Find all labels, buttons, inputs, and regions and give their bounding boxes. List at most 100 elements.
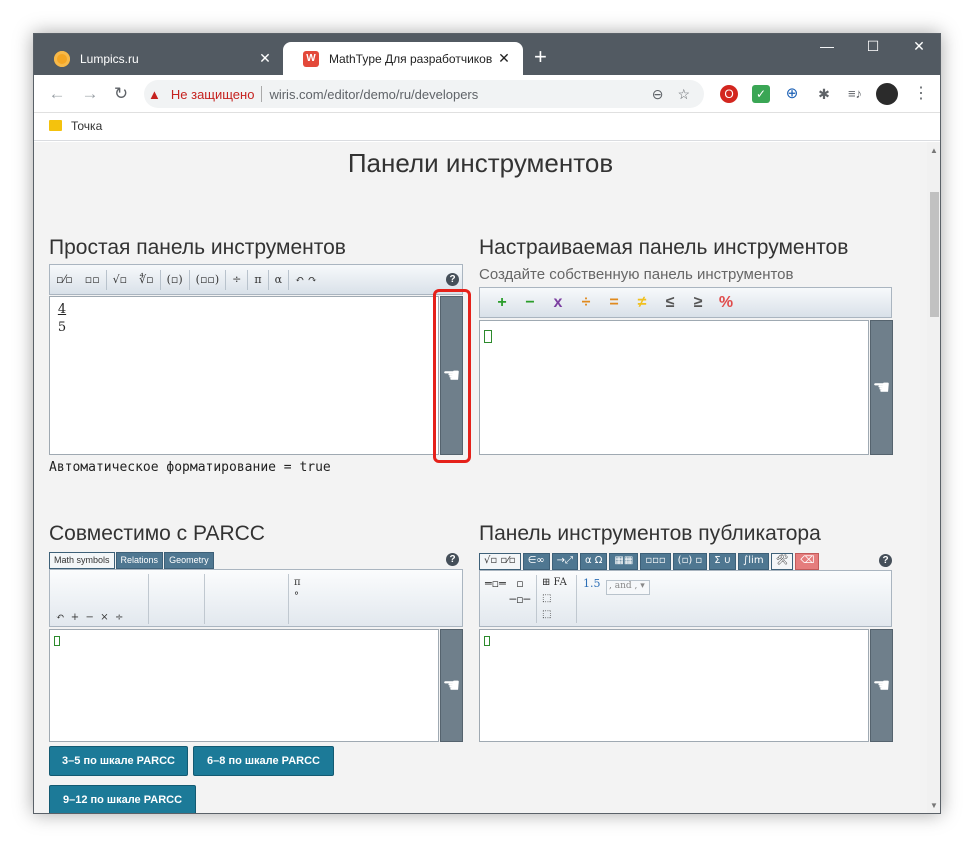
help-icon[interactable]: ? [446,273,459,286]
tab-delete[interactable]: ⌫ [795,553,820,570]
tab-big-ops[interactable]: Σ ∪ [709,553,737,570]
scroll-thumb[interactable] [930,192,939,317]
align-tools[interactable]: ═▫═ ▫ ─▫─ [485,576,530,608]
undo-redo-tool[interactable]: ↶ ↷ [289,273,323,286]
page-title: Панели инструментов [347,148,614,178]
wiris-favicon-icon: W [303,50,319,67]
tab-lumpics[interactable]: Lumpics.ru ✕ [34,42,284,75]
bookmark-star-icon[interactable]: ☆ [677,86,690,103]
tab-relations[interactable]: Relations [115,552,164,569]
simple-toolbar: ▫⁄▫ ▫▫ √▫ ∜▫ (▫) (▫▫) ÷ π α ↶ ↷ [49,264,463,295]
divide-tool[interactable]: ÷ [226,273,247,286]
publisher-toolbar: ═▫═ ▫ ─▫─ ⊞ FA ⬚ ⬚ 1.5 , and , ▾ [479,570,892,627]
url-text[interactable]: wiris.com/editor/demo/ru/developers [269,87,651,102]
custom-editor[interactable] [479,320,869,455]
extensions-puzzle-icon[interactable]: ✱ [815,85,833,103]
alpha-tool[interactable]: α [269,273,288,286]
title-bar: Lumpics.ru ✕ W MathType Для разработчико… [34,34,940,75]
parcc-degree[interactable]: ° [294,590,301,604]
zoom-icon[interactable]: ⊖ [652,86,664,103]
not-secure-label[interactable]: Не защищено [171,87,255,102]
custom-tool-4[interactable]: = [600,294,628,312]
media-control-icon[interactable]: ≡♪ [846,85,864,103]
bookmark-tochka[interactable]: Точка [71,119,102,133]
custom-tool-6[interactable]: ≤ [656,294,684,312]
help-icon[interactable]: ? [446,553,459,566]
hand-drawing-handle[interactable]: ☚ [870,629,893,742]
custom-toolbar: + − x ÷ = ≠ ≤ ≥% [479,287,892,318]
page-scrollbar[interactable]: ▲ ▼ [927,142,940,813]
custom-tool-3[interactable]: ÷ [572,294,600,312]
new-tab-button[interactable]: + [534,46,547,68]
profile-avatar[interactable] [876,83,898,105]
tab-scripts[interactable]: ▫▫▫ [640,553,671,570]
fraction-tool[interactable]: ▫⁄▫ [50,273,79,286]
custom-tool-1[interactable]: − [516,294,544,312]
tab-brackets[interactable]: (▫) ▫ [672,553,708,570]
parcc-6-8-button[interactable]: 6–8 по шкале PARCC [193,746,334,776]
parcc-tabs: Math symbols Relations Geometry [49,552,215,569]
toolbar-divider [536,575,537,623]
tab-math-symbols[interactable]: Math symbols [49,552,115,569]
publisher-tabs: √▫ ▫⁄▫ ∈∞ →⤢ α Ω ▦▦ ▫▫▫ (▫) ▫ Σ ∪ ∫lim 🛠… [479,553,821,570]
auto-format-status: Автоматическое форматирование = true [49,460,331,475]
tab-calculus[interactable]: ∫lim [738,553,769,570]
custom-tool-7[interactable]: ≥ [684,294,712,312]
globe-extension-icon[interactable]: ⊕ [783,85,801,103]
simple-toolbar-heading: Простая панель инструментов [49,236,346,259]
font-size-value[interactable]: 1.5 [583,577,601,590]
help-icon[interactable]: ? [879,554,892,567]
custom-tool-5[interactable]: ≠ [628,294,656,312]
parcc-toolbar: ↶ + − × ÷ ↷ = ≠ ± ‾ ▯ · / % √▫ ▫▫ ∛▫ ▫⁄▫… [49,569,463,725]
tab-arrows[interactable]: →⤢ [551,553,578,570]
matrix-tool[interactable]: (▫▫) [190,273,226,286]
parcc-3-5-button[interactable]: 3–5 по шкале PARCC [49,746,188,776]
parentheses-tool[interactable]: (▫) [161,273,189,286]
back-button[interactable]: ← [46,83,68,105]
hand-drawing-handle[interactable]: ☚ [870,320,893,455]
scroll-down-arrow-icon[interactable]: ▼ [930,801,938,810]
scroll-up-arrow-icon[interactable]: ▲ [930,146,938,155]
toolbar-divider [204,574,205,624]
tab-close-icon[interactable]: ✕ [493,50,515,67]
close-window-button[interactable]: ✕ [896,38,940,55]
folder-icon [49,120,62,131]
publisher-editor[interactable] [479,629,869,742]
parcc-row-1[interactable]: ↶ + − × ÷ [56,609,123,626]
tab-tools[interactable]: 🛠 [770,553,794,570]
tab-mathtype[interactable]: W MathType Для разработчиков ( ✕ [283,42,523,75]
parcc-heading: Совместимо с PARCC [49,522,265,545]
simple-editor[interactable] [49,296,439,455]
tab-geometry[interactable]: Geometry [164,552,214,569]
reload-button[interactable]: ↻ [110,83,132,105]
lumpics-favicon-icon [54,50,70,67]
page-content: Панели инструментов Простая панель инстр… [34,142,927,813]
menu-kebab-icon[interactable]: ⋮ [912,85,930,103]
parcc-pi[interactable]: π [294,576,301,590]
check-extension-icon[interactable]: ✓ [752,85,770,103]
tab-matrices[interactable]: ▦▦ [609,553,639,570]
font-select[interactable]: , and , ▾ [606,580,650,595]
address-bar[interactable]: ▲ Не защищено wiris.com/editor/demo/ru/d… [144,80,704,108]
tab-general[interactable]: √▫ ▫⁄▫ [479,553,521,570]
parcc-9-12-button[interactable]: 9–12 по шкале PARCC [49,785,196,813]
sqrt-tool[interactable]: √▫ [107,273,133,286]
nroot-tool[interactable]: ∜▫ [133,273,159,286]
tab-sets[interactable]: ∈∞ [522,553,550,570]
custom-tool-8[interactable]: % [712,294,740,312]
superscript-tool[interactable]: ▫▫ [79,273,106,286]
maximize-button[interactable]: ☐ [850,38,896,55]
toolbar-divider [288,574,289,624]
pi-tool[interactable]: π [248,273,267,286]
parcc-editor[interactable] [49,629,439,742]
hand-drawing-handle[interactable]: ☚ [440,629,463,742]
toolbar-divider [576,575,577,623]
adblock-extension-icon[interactable]: O [720,85,738,103]
forward-button[interactable]: → [79,83,101,105]
tab-close-icon[interactable]: ✕ [254,50,276,67]
box-tools[interactable]: ⊞ FA ⬚ ⬚ [542,575,567,623]
custom-tool-0[interactable]: + [488,294,516,312]
minimize-button[interactable]: — [804,38,850,54]
tab-greek[interactable]: α Ω [580,553,608,570]
custom-tool-2[interactable]: x [544,294,572,312]
